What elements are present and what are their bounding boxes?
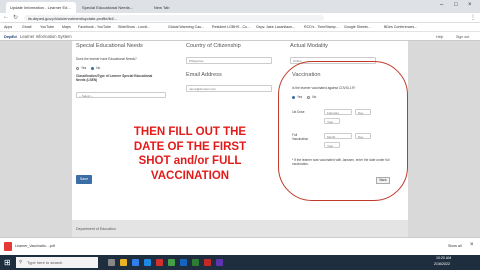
- bookmark-item[interactable]: RCD's - TimeStamp...: [304, 25, 339, 29]
- tab-label: Update Information - Learner Ed...: [10, 5, 71, 10]
- windows-start-icon[interactable]: ⊞: [4, 258, 11, 267]
- browser-tab[interactable]: Special Educational Needs...: [78, 2, 148, 13]
- pdf-file-icon: [4, 242, 12, 251]
- task-view-icon[interactable]: [108, 259, 115, 266]
- search-placeholder: Type here to search: [27, 260, 63, 265]
- close-download-icon[interactable]: ×: [470, 242, 474, 248]
- back-icon[interactable]: ←: [3, 14, 9, 20]
- maximize-icon[interactable]: □: [454, 2, 458, 8]
- bookmark-item[interactable]: BDes Conferences...: [384, 25, 417, 29]
- app-title: Learner Information System: [20, 34, 72, 39]
- radio-no-label: No: [96, 66, 101, 70]
- footer-text: Department of Education: [76, 227, 116, 231]
- clock-date: 2/16/2022: [434, 262, 450, 266]
- deped-logo-icon: DepEd: [4, 34, 17, 39]
- edge-icon[interactable]: [132, 259, 139, 266]
- download-file-name[interactable]: Learner_Vaccinatio....pdf: [15, 244, 55, 248]
- classification-label: Classification/Type of Learner Special E…: [76, 74, 153, 82]
- lis-header: DepEd Learner Information System Help Si…: [0, 32, 480, 41]
- bookmark-item[interactable]: YouTube: [40, 25, 54, 29]
- save-button[interactable]: Save: [76, 175, 92, 184]
- menu-icon[interactable]: ⋮: [470, 14, 476, 21]
- overlay-line: VACCINATION: [150, 169, 230, 182]
- browser-tab-strip: Update Information - Learner Ed... Speci…: [0, 0, 480, 13]
- tab-label: Special Educational Needs...: [82, 5, 134, 10]
- chrome-icon[interactable]: [168, 259, 175, 266]
- tutorial-overlay-text: THEN FILL OUT THE DATE OF THE FIRST SHOT…: [104, 125, 276, 183]
- page-footer: Department of Education: [72, 220, 408, 237]
- bookmark-item[interactable]: Apps: [4, 25, 12, 29]
- address-bar-row: ← ↻ lis.deped.gov.ph/uis/enrolment/updat…: [0, 13, 480, 23]
- url-input[interactable]: lis.deped.gov.ph/uis/enrolment/update-pr…: [24, 15, 324, 21]
- bookmark-item[interactable]: Gspv. Jake Lacanilaon...: [256, 25, 295, 29]
- reload-icon[interactable]: ↻: [13, 14, 18, 21]
- bookmark-item[interactable]: Resident LGBHS - Cu...: [212, 25, 250, 29]
- highlight-circle: [278, 61, 408, 201]
- email-title: Email Address: [186, 72, 222, 78]
- excel-icon[interactable]: [192, 259, 199, 266]
- bookmark-item[interactable]: Maps: [62, 25, 71, 29]
- citizenship-select[interactable]: Philippines: [186, 57, 272, 64]
- radio-no[interactable]: [91, 66, 95, 70]
- bookmark-item[interactable]: SlideShow - Lurnit...: [118, 25, 150, 29]
- bookmark-item[interactable]: Gmail: [22, 25, 31, 29]
- close-window-icon[interactable]: ×: [468, 2, 472, 8]
- store-icon[interactable]: [144, 259, 151, 266]
- clock-time: 10:20 AM: [436, 256, 452, 260]
- teams-icon[interactable]: [216, 259, 223, 266]
- special-needs-question: Does the learner have Educational Needs?: [76, 57, 137, 61]
- word-icon[interactable]: [180, 259, 187, 266]
- classification-select[interactable]: -- Select --: [76, 92, 166, 98]
- bookmarks-bar: Apps Gmail YouTube Maps Facebook - YouTu…: [0, 23, 480, 32]
- file-explorer-icon[interactable]: [120, 259, 127, 266]
- browser-tab[interactable]: New Tab: [150, 2, 190, 13]
- show-all-link[interactable]: Show all: [448, 244, 462, 248]
- help-link[interactable]: Help: [436, 35, 443, 39]
- bookmark-item[interactable]: Global Warming Cau...: [168, 25, 204, 29]
- bookmark-item[interactable]: Google Sheets...: [344, 25, 371, 29]
- search-icon: ⚲: [19, 259, 23, 264]
- special-needs-radios: Yes No: [76, 66, 100, 70]
- overlay-line: SHOT and/or FULL: [138, 155, 242, 167]
- overlay-line: THEN FILL OUT THE: [133, 126, 247, 138]
- modality-title: Actual Modality: [290, 43, 328, 49]
- office-icon[interactable]: [156, 259, 163, 266]
- windows-taskbar: ⊞ ⚲ Type here to search 10:20 AM 2/16/20…: [0, 255, 480, 270]
- powerpoint-icon[interactable]: [204, 259, 211, 266]
- overlay-line: DATE OF THE FIRST: [133, 140, 247, 153]
- radio-yes-label: Yes: [81, 66, 87, 70]
- tab-label: New Tab: [154, 5, 170, 10]
- bookmark-item[interactable]: Facebook - YouTube: [78, 25, 111, 29]
- minimize-icon[interactable]: –: [440, 2, 443, 8]
- taskbar-search-box[interactable]: ⚲ Type here to search: [16, 257, 98, 268]
- citizenship-title: Country of Citizenship: [186, 43, 241, 49]
- download-bar: Learner_Vaccinatio....pdf Show all ×: [0, 237, 480, 255]
- special-needs-title: Special Educational Needs: [76, 43, 143, 49]
- radio-yes[interactable]: [76, 66, 79, 70]
- signout-link[interactable]: Sign out: [456, 35, 469, 39]
- email-input[interactable]: [186, 85, 272, 92]
- browser-tab-active[interactable]: Update Information - Learner Ed...: [6, 2, 76, 13]
